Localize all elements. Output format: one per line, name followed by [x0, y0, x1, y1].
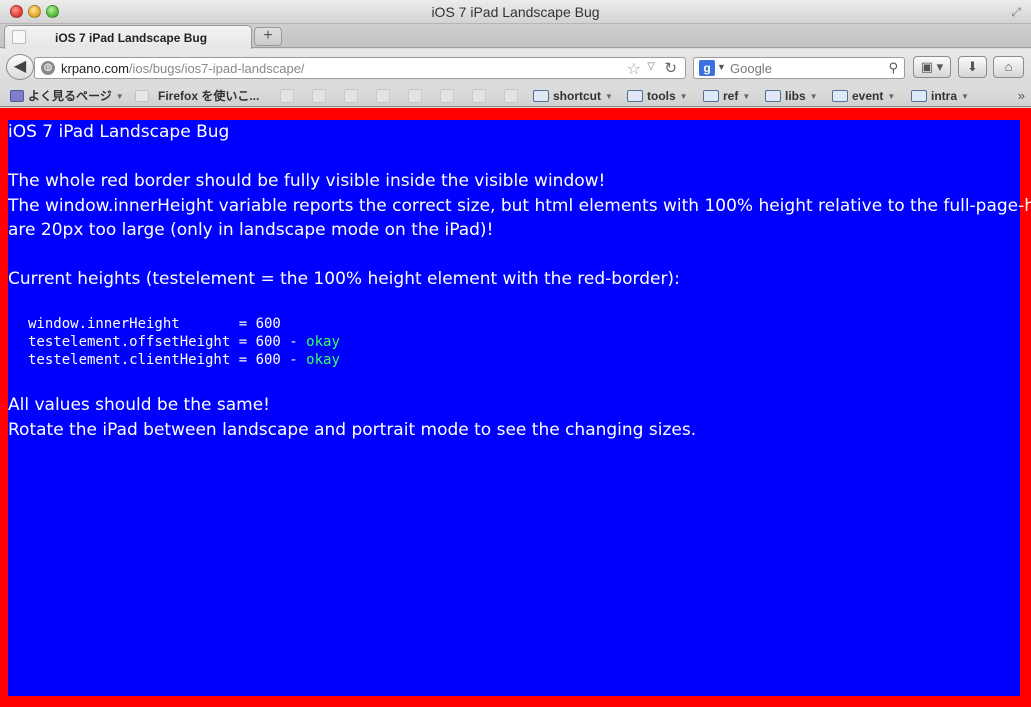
- url-host: krpano.com: [61, 61, 129, 76]
- page-icon: [135, 90, 149, 102]
- history-dropdown-icon[interactable]: ▽: [647, 61, 655, 72]
- search-bar[interactable]: g ▼ Google ⚲: [693, 57, 905, 79]
- search-icon[interactable]: ⚲: [888, 60, 898, 76]
- height-row-inner: window.innerHeight = 600: [28, 316, 281, 332]
- height-row-offset: testelement.offsetHeight = 600 - okay: [28, 334, 340, 350]
- chevron-down-icon: ▼: [961, 92, 969, 101]
- bookmark-empty-icon[interactable]: [440, 89, 454, 103]
- status-okay: okay: [306, 352, 340, 368]
- bookmark-folder-ref[interactable]: ref ▼: [703, 88, 750, 104]
- page-viewport-red-border: iOS 7 iPad Landscape Bug The whole red b…: [0, 108, 1031, 707]
- tab-strip: iOS 7 iPad Landscape Bug +: [0, 24, 1031, 49]
- heights-list: window.innerHeight = 600 testelement.offs…: [28, 315, 340, 369]
- folder-icon: [832, 90, 848, 102]
- bookmark-folder-event[interactable]: event ▼: [832, 88, 895, 104]
- bookmark-folder-tools[interactable]: tools ▼: [627, 88, 688, 104]
- bookmark-firefox-guide[interactable]: Firefox を使いこ...: [135, 88, 259, 104]
- bookmark-empty-icon[interactable]: [472, 89, 486, 103]
- window-title: iOS 7 iPad Landscape Bug: [431, 4, 600, 20]
- outro-line-2: Rotate the iPad between landscape and po…: [8, 419, 697, 440]
- back-button[interactable]: ◀: [6, 54, 34, 80]
- page-title: iOS 7 iPad Landscape Bug: [8, 122, 230, 142]
- navigation-toolbar: ◀ ◍ krpano.com/ios/bugs/ios7-ipad-landsc…: [0, 49, 1031, 85]
- height-row-client: testelement.clientHeight = 600 - okay: [28, 352, 340, 368]
- page-favicon-icon: [12, 30, 26, 44]
- chevron-down-icon: ▼: [887, 92, 896, 101]
- bookmarks-toolbar: よく見るページ ▼ Firefox を使いこ... shortcut ▼ tools…: [0, 85, 1031, 107]
- chevron-down-icon: ▼: [115, 92, 124, 101]
- screenshot-button[interactable]: ▣ ▾: [913, 56, 951, 78]
- download-button[interactable]: ⬇: [958, 56, 987, 78]
- heights-intro: Current heights (testelement = the 100% …: [8, 269, 680, 289]
- bookmark-empty-icon[interactable]: [408, 89, 422, 103]
- chevron-down-icon: ▼: [605, 92, 613, 101]
- bookmark-folder-intra[interactable]: intra ▼: [911, 88, 969, 104]
- folder-icon: [627, 90, 643, 102]
- folder-icon: [703, 90, 719, 102]
- folder-icon: [765, 90, 781, 102]
- bookmark-folder-shortcut[interactable]: shortcut ▼: [533, 88, 613, 104]
- url-text[interactable]: krpano.com/ios/bugs/ios7-ipad-landscape/: [61, 61, 305, 76]
- bookmark-empty-icon[interactable]: [280, 89, 294, 103]
- description-line-3: are 20px too large (only in landscape mo…: [8, 220, 494, 240]
- new-tab-button[interactable]: +: [254, 27, 282, 46]
- outro-line-1: All values should be the same!: [8, 395, 270, 415]
- search-engine-dropdown-icon[interactable]: ▼: [717, 62, 726, 72]
- reload-icon[interactable]: ↻: [664, 59, 677, 77]
- bookmark-star-icon[interactable]: ☆: [627, 59, 641, 79]
- url-bar[interactable]: ◍ krpano.com/ios/bugs/ios7-ipad-landscap…: [34, 57, 686, 79]
- testelement: iOS 7 iPad Landscape Bug The whole red b…: [8, 120, 1031, 696]
- description-line-1: The whole red border should be fully vis…: [8, 171, 606, 191]
- tab-active[interactable]: iOS 7 iPad Landscape Bug: [4, 25, 252, 49]
- fullscreen-icon[interactable]: ⤢: [1009, 5, 1023, 19]
- more-bookmarks-chevron-icon[interactable]: »: [1018, 88, 1025, 103]
- chevron-down-icon: ▼: [679, 92, 688, 101]
- google-icon[interactable]: g: [699, 60, 715, 76]
- most-visited-icon: [10, 90, 24, 102]
- bookmark-empty-icon[interactable]: [344, 89, 358, 103]
- folder-icon: [533, 90, 549, 102]
- status-okay: okay: [306, 334, 340, 350]
- globe-icon[interactable]: ◍: [41, 61, 55, 75]
- description-line-2: The window.innerHeight variable reports …: [8, 195, 1031, 216]
- home-button[interactable]: ⌂: [993, 56, 1024, 78]
- chevron-down-icon: ▼: [742, 92, 751, 101]
- bookmark-folder-libs[interactable]: libs ▼: [765, 88, 818, 104]
- bookmark-empty-icon[interactable]: [504, 89, 518, 103]
- chevron-down-icon: ▼: [809, 92, 818, 101]
- search-placeholder: Google: [730, 61, 772, 76]
- window-titlebar: iOS 7 iPad Landscape Bug ⤢: [0, 0, 1031, 24]
- url-path: /ios/bugs/ios7-ipad-landscape/: [128, 61, 305, 76]
- tab-label: iOS 7 iPad Landscape Bug: [55, 31, 208, 45]
- bookmark-most-visited[interactable]: よく見るページ ▼: [10, 88, 124, 104]
- bookmark-empty-icon[interactable]: [376, 89, 390, 103]
- folder-icon: [911, 90, 927, 102]
- bookmark-empty-icon[interactable]: [312, 89, 326, 103]
